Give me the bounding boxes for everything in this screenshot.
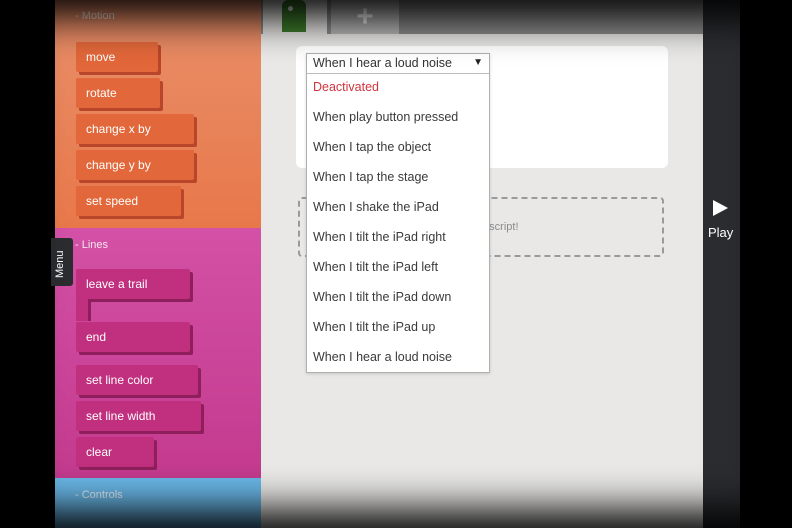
trigger-dropdown[interactable]: When I hear a loud noise ▼ Deactivated W… [306,53,490,373]
dropdown-arrow-icon: ▼ [473,57,483,68]
play-sidebar [703,0,740,528]
add-character-button[interactable]: + [331,0,399,34]
set-speed-block[interactable]: set speed [76,186,181,216]
set-line-width-block[interactable]: set line width [76,401,201,431]
character-thumbnail-icon [282,0,306,32]
trigger-selected-value: When I hear a loud noise [313,56,452,70]
option-shake-ipad[interactable]: When I shake the iPad [313,200,439,214]
option-tap-stage[interactable]: When I tap the stage [313,170,428,184]
motion-section: - Motion move rotate change x by change … [55,0,261,228]
play-button[interactable]: Play [703,198,740,246]
block-palette: - Motion move rotate change x by change … [55,0,261,528]
set-line-color-block[interactable]: set line color [76,365,198,395]
motion-header[interactable]: - Motion [75,10,115,22]
trigger-select[interactable]: When I hear a loud noise ▼ [307,54,489,74]
menu-button[interactable]: Menu [51,238,73,286]
option-tap-object[interactable]: When I tap the object [313,140,431,154]
play-label: Play [708,225,734,240]
menu-label: Menu [54,250,66,278]
end-block[interactable]: end [76,322,190,352]
rotate-block[interactable]: rotate [76,78,160,108]
option-deactivated[interactable]: Deactivated [313,80,379,94]
option-tilt-right[interactable]: When I tilt the iPad right [313,230,446,244]
clear-block[interactable]: clear [76,437,154,467]
controls-section: - Controls [55,478,261,528]
option-tilt-left[interactable]: When I tilt the iPad left [313,260,438,274]
c-block-connector [76,299,88,321]
change-x-by-block[interactable]: change x by [76,114,194,144]
controls-header[interactable]: - Controls [75,489,123,501]
change-y-by-block[interactable]: change y by [76,150,194,180]
leave-a-trail-block[interactable]: leave a trail [76,269,190,299]
lines-section: - Lines leave a trail end set line color… [55,228,261,478]
move-block[interactable]: move [76,42,158,72]
character-tabs-bar [261,0,703,34]
screen: - Motion move rotate change x by change … [0,0,792,528]
option-tilt-down[interactable]: When I tilt the iPad down [313,290,451,304]
lines-header[interactable]: - Lines [75,239,108,251]
option-tilt-up[interactable]: When I tilt the iPad up [313,320,435,334]
option-play-button-pressed[interactable]: When play button pressed [313,110,458,124]
option-loud-noise[interactable]: When I hear a loud noise [313,350,452,364]
play-icon [713,200,728,216]
character-tab[interactable] [263,0,327,34]
